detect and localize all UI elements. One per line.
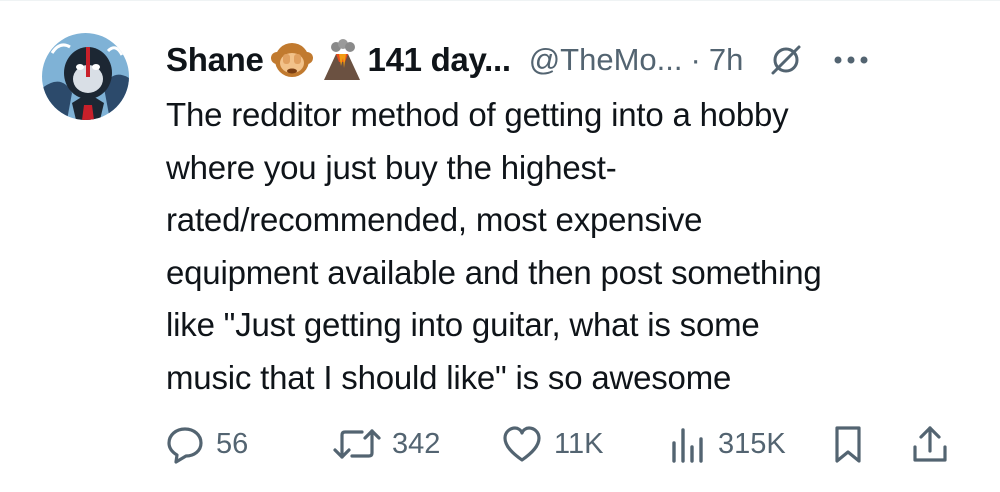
separator-dot: ·	[690, 42, 701, 77]
tweet-line: where you just buy the highest-	[166, 148, 617, 186]
tweet-line: equipment available and then post someth…	[166, 253, 822, 291]
views-button[interactable]: 315K	[668, 416, 786, 472]
tweet-line: The redditor method of getting into a ho…	[166, 96, 789, 133]
more-options-icon[interactable]	[831, 43, 871, 77]
name-suffix[interactable]: 141 day...	[368, 41, 511, 79]
like-button[interactable]: 11K	[500, 416, 603, 472]
repost-icon	[333, 429, 381, 459]
tweet-line: like "Just getting into guitar, what is …	[166, 306, 760, 343]
grok-icon[interactable]	[769, 43, 803, 77]
like-count: 11K	[554, 427, 604, 460]
bookmark-icon	[835, 426, 861, 463]
top-divider	[0, 0, 1000, 1]
action-bar: 56 342 11K 315K	[0, 416, 1000, 472]
reply-icon	[167, 427, 203, 464]
reply-button[interactable]: 56	[164, 416, 248, 472]
repost-button[interactable]: 342	[332, 416, 440, 472]
like-icon	[503, 426, 541, 462]
tweet-text: The redditor method of getting into a ho…	[166, 89, 966, 404]
user-handle[interactable]: @TheMo...	[529, 42, 683, 78]
repost-count: 342	[392, 427, 441, 460]
avatar[interactable]	[42, 33, 129, 120]
volcano-emoji-icon	[320, 38, 364, 82]
tweet-header: Shane 141 day... @TheMo... · 7h	[166, 36, 976, 84]
reply-count: 56	[216, 427, 249, 460]
tweet-line: music that I should like" is so awesome	[166, 358, 732, 396]
monkey-emoji-icon	[270, 38, 314, 82]
tweet-line: rated/recommended, most expensive	[166, 201, 703, 238]
share-icon	[913, 426, 947, 462]
timestamp[interactable]: 7h	[709, 42, 743, 78]
bookmark-button[interactable]	[830, 416, 866, 472]
views-count: 315K	[718, 427, 786, 460]
display-name[interactable]: Shane	[166, 41, 264, 79]
share-button[interactable]	[910, 416, 950, 472]
views-icon	[672, 428, 703, 463]
